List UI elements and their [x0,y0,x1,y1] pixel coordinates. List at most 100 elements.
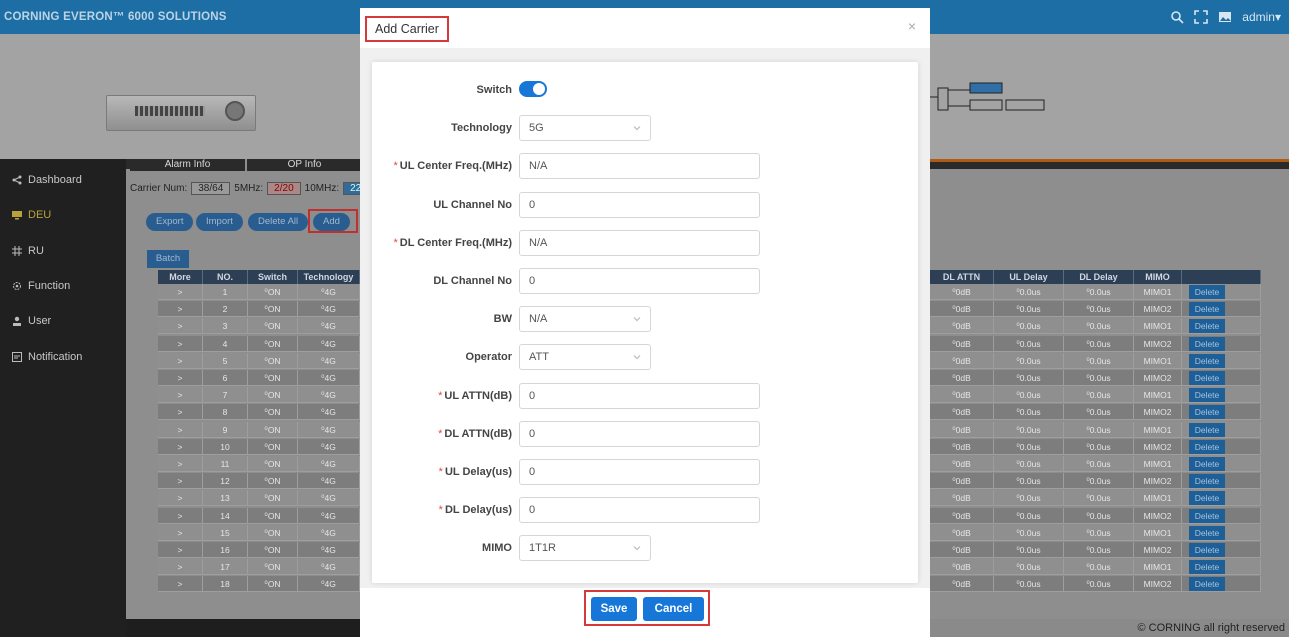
delete-row-button[interactable]: Delete [1189,508,1225,523]
more-toggle[interactable]: > [158,456,203,472]
field-label-text: Technology [451,122,512,135]
delete-row-button[interactable]: Delete [1189,319,1225,334]
cell-dl-delay: ⁰0.0us [1064,352,1134,369]
sidebar-item-dashboard[interactable]: Dashboard [12,174,82,186]
delete-row-button[interactable]: Delete [1189,491,1225,506]
more-toggle[interactable]: > [158,335,203,352]
cell-ul-delay: ⁰0.0us [994,284,1064,300]
ul-channel-no-input[interactable]: 0 [519,191,760,218]
more-toggle[interactable]: > [158,490,203,507]
fullscreen-icon[interactable] [1194,10,1209,24]
bw-select[interactable]: N/A [519,306,651,333]
cell-switch: ⁰ON [248,542,298,558]
switch-toggle[interactable] [519,81,547,97]
cell-dl-attn: ⁰0dB [930,404,994,421]
more-toggle[interactable]: > [158,559,203,576]
ul-center-freq-mhz-input[interactable]: N/A [519,153,760,180]
dl-delay-us-input[interactable]: 0 [519,497,760,524]
mimo-select[interactable]: 1T1R [519,535,651,562]
more-toggle[interactable]: > [158,387,203,404]
tab-op-info[interactable]: OP Info [247,159,364,171]
more-toggle[interactable]: > [158,284,203,300]
more-toggle[interactable]: > [158,318,203,335]
more-toggle[interactable]: > [158,352,203,369]
delete-row-button[interactable]: Delete [1189,336,1225,351]
cancel-button[interactable]: Cancel [643,597,704,621]
cell-technology: ⁰4G [298,456,360,472]
cell-switch: ⁰ON [248,456,298,472]
delete-row-button[interactable]: Delete [1189,525,1225,540]
delete-row-button[interactable]: Delete [1189,560,1225,575]
ul-delay-us-input[interactable]: 0 [519,459,760,485]
sidebar-item-deu[interactable]: DEU [12,209,51,221]
delete-row-button[interactable]: Delete [1189,285,1225,299]
sidebar-item-user[interactable]: User [12,315,51,327]
batch-button[interactable]: Batch [147,250,189,268]
cell-dl-delay: ⁰0.0us [1064,387,1134,404]
sidebar-item-notification[interactable]: Notification [12,351,82,363]
carrier-num-value: 38/64 [191,182,231,195]
more-toggle[interactable]: > [158,542,203,558]
delete-row-button[interactable]: Delete [1189,371,1225,385]
delete-row-button[interactable]: Delete [1189,388,1225,403]
dl-channel-no-input[interactable]: 0 [519,268,760,294]
more-toggle[interactable]: > [158,524,203,541]
user-name: admin [1242,10,1275,24]
cell-technology: ⁰4G [298,421,360,438]
delete-row-button[interactable]: Delete [1189,543,1225,557]
technology-select[interactable]: 5G [519,115,651,142]
more-toggle[interactable]: > [158,473,203,490]
close-icon[interactable]: × [908,18,916,34]
accent-line [930,159,1289,162]
field-label-text: DL ATTN(dB) [444,427,512,440]
tab-alarm-info[interactable]: Alarm Info [130,159,247,171]
cell-switch: ⁰ON [248,576,298,593]
more-toggle[interactable]: > [158,421,203,438]
dl-attn-db-input[interactable]: 0 [519,420,760,447]
cell-no: 4 [203,335,248,352]
col-header-dl-delay: DL Delay [1064,270,1134,284]
delete-row-button[interactable]: Delete [1189,405,1225,420]
col-header-more: More [158,270,203,284]
cell-no: 9 [203,421,248,438]
sidebar-item-ru[interactable]: RU [12,245,44,257]
delete-row-button[interactable]: Delete [1189,439,1225,454]
sidebar-item-function[interactable]: Function [12,280,70,292]
ul-attn-db-input[interactable]: 0 [519,382,760,409]
export-button[interactable]: Export [146,213,194,231]
dl-center-freq-mhz-input[interactable]: N/A [519,229,760,256]
delete-row-button[interactable]: Delete [1189,422,1225,437]
more-toggle[interactable]: > [158,370,203,386]
cell-dl-delay: ⁰0.0us [1064,404,1134,421]
delete-row-button[interactable]: Delete [1189,457,1225,471]
cell-dl-attn: ⁰0dB [930,318,994,335]
required-marker: * [438,389,443,402]
cell-no: 16 [203,542,248,558]
field-label-text: UL Delay(us) [444,466,512,478]
import-button[interactable]: Import [196,213,243,231]
delete-row-button[interactable]: Delete [1189,577,1225,592]
operator-select[interactable]: ATT [519,344,651,371]
more-toggle[interactable]: > [158,438,203,455]
delete-row-button[interactable]: Delete [1189,302,1225,317]
more-toggle[interactable]: > [158,301,203,318]
user-icon [12,316,22,326]
more-toggle[interactable]: > [158,404,203,421]
delete-all-button[interactable]: Delete All [248,213,309,231]
delete-row-button[interactable]: Delete [1189,474,1225,489]
search-icon[interactable] [1170,10,1184,24]
field-label: BW [494,304,512,334]
user-menu[interactable]: admin▾ [1242,10,1281,24]
cell-dl-attn: ⁰0dB [930,370,994,386]
more-toggle[interactable]: > [158,576,203,593]
sidebar-footer [126,619,360,637]
more-toggle[interactable]: > [158,507,203,524]
cell-switch: ⁰ON [248,387,298,404]
save-button[interactable]: Save [591,597,637,621]
chevron-down-icon [633,317,641,322]
image-icon[interactable] [1218,10,1232,24]
cell-dl-attn: ⁰0dB [930,438,994,455]
field-label: Switch [477,75,512,105]
cell-switch: ⁰ON [248,284,298,300]
delete-row-button[interactable]: Delete [1189,353,1225,368]
